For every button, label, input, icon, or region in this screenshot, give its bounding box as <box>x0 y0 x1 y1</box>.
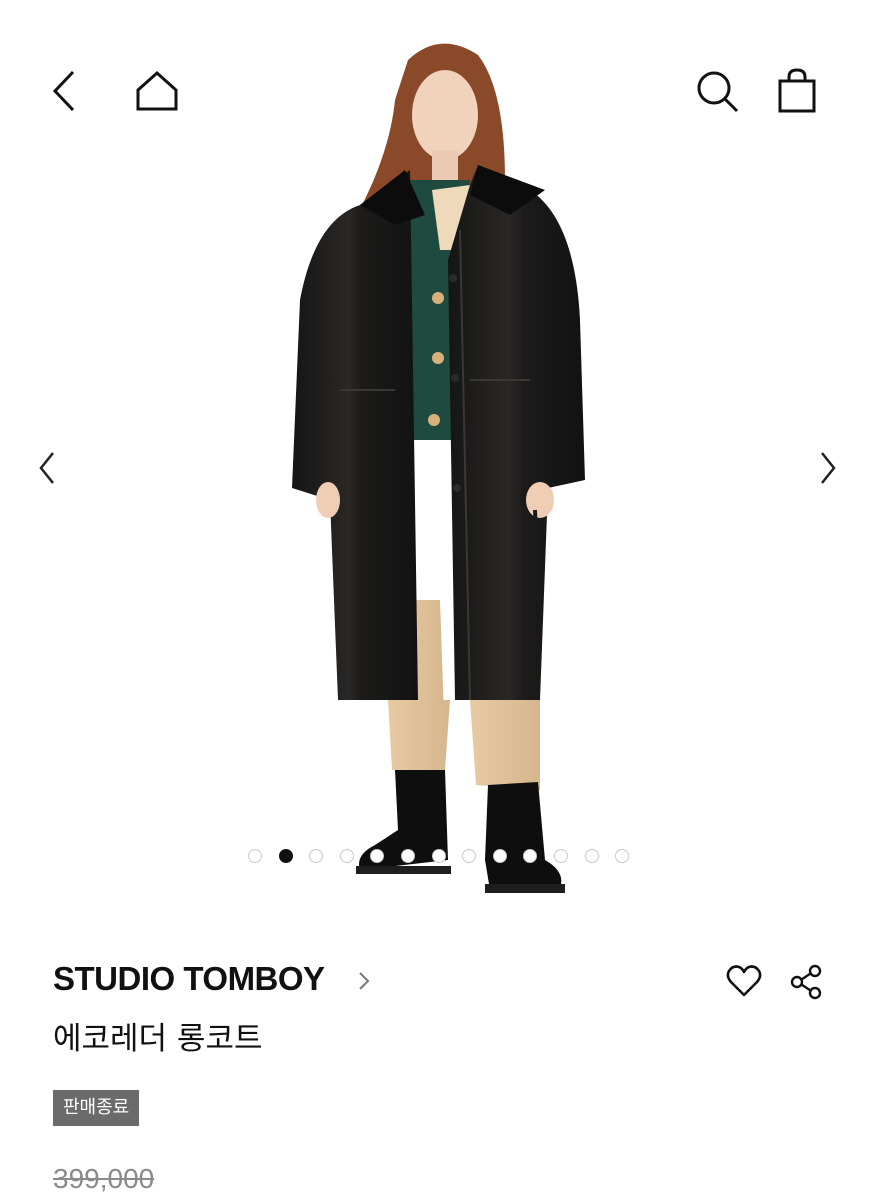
gallery-dot[interactable] <box>615 849 630 863</box>
search-icon <box>697 71 739 113</box>
gallery-dot[interactable] <box>248 849 262 863</box>
brand-link[interactable]: STUDIO TOMBOY <box>53 960 325 998</box>
gallery-dot[interactable] <box>523 849 538 863</box>
status-badge: 판매종료 <box>53 1090 140 1126</box>
gallery-dot[interactable] <box>462 849 477 863</box>
chevron-right-icon <box>821 452 836 484</box>
gallery-prev-button[interactable] <box>38 451 58 485</box>
heart-icon <box>726 965 762 997</box>
product-name: 에코레더 롱코트 <box>53 1021 263 1057</box>
gallery-dot[interactable] <box>370 849 385 863</box>
price: 399,000 <box>53 1163 155 1194</box>
shopping-bag-icon <box>778 68 816 113</box>
home-button[interactable] <box>134 70 180 112</box>
gallery-dot[interactable] <box>584 849 599 863</box>
gallery-dot[interactable] <box>492 849 507 863</box>
product-image-gallery[interactable] <box>0 0 875 905</box>
gallery-dot[interactable] <box>309 849 324 863</box>
share-button[interactable] <box>789 964 823 1000</box>
back-button[interactable] <box>50 70 80 112</box>
gallery-dot[interactable] <box>339 849 354 863</box>
brand-chevron[interactable] <box>356 970 372 992</box>
gallery-dot[interactable] <box>278 849 293 863</box>
chevron-right-icon <box>359 972 370 990</box>
brand-name: STUDIO TOMBOY <box>53 960 325 997</box>
gallery-dot[interactable] <box>431 849 446 863</box>
back-icon <box>52 70 75 112</box>
gallery-dot[interactable] <box>554 849 568 863</box>
chevron-left-icon <box>39 452 54 484</box>
wishlist-button[interactable] <box>726 964 762 998</box>
gallery-next-button[interactable] <box>817 451 837 485</box>
gallery-pagination <box>0 847 875 867</box>
home-icon <box>136 70 178 111</box>
cart-button[interactable] <box>777 68 817 114</box>
share-icon <box>790 964 822 1000</box>
search-button[interactable] <box>694 68 740 114</box>
gallery-dot[interactable] <box>401 849 415 863</box>
product-photo <box>292 43 585 893</box>
